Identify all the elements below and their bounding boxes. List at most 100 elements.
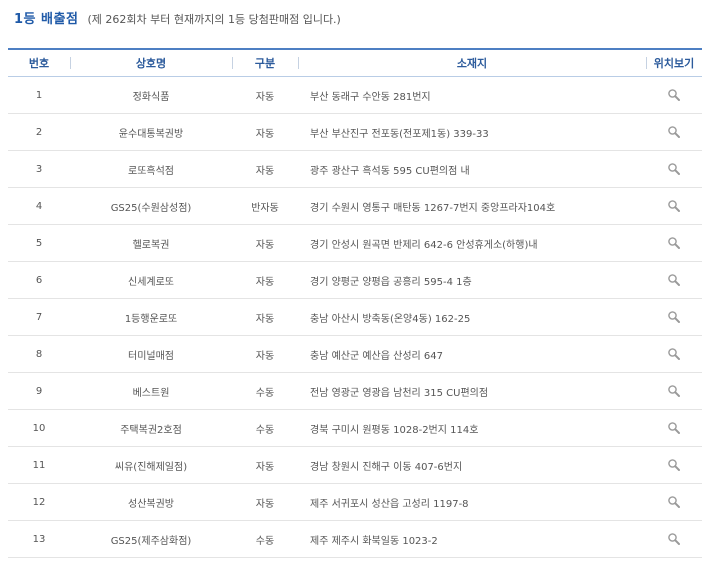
column-header-location: 위치보기 xyxy=(646,48,702,77)
store-address: 제주 서귀포시 성산읍 고성리 1197-8 xyxy=(298,483,646,521)
location-view-cell xyxy=(646,372,702,410)
column-header-store-name-label: 상호명 xyxy=(135,57,167,70)
table-row: 10 주택복권2호점 수동 경북 구미시 원평동 1028-2번지 114호 xyxy=(8,409,702,447)
purchase-type: 자동 xyxy=(232,261,298,299)
magnifier-icon[interactable] xyxy=(667,125,681,139)
store-address: 경북 구미시 원평동 1028-2번지 114호 xyxy=(298,409,646,447)
row-number: 2 xyxy=(8,113,70,151)
store-address: 제주 제주시 화북일동 1023-2 xyxy=(298,520,646,558)
store-name: 씨유(진해제일점) xyxy=(70,446,232,484)
purchase-type: 반자동 xyxy=(232,187,298,225)
table-row: 6 신세계로또 자동 경기 양평군 양평읍 공흥리 595-4 1층 xyxy=(8,261,702,299)
column-header-type-label: 구분 xyxy=(254,57,276,70)
row-number: 7 xyxy=(8,298,70,336)
store-address: 부산 부산진구 전포동(전포제1동) 339-33 xyxy=(298,113,646,151)
store-name: 성산복권방 xyxy=(70,483,232,521)
table-row: 12 성산복권방 자동 제주 서귀포시 성산읍 고성리 1197-8 xyxy=(8,483,702,521)
store-address: 전남 영광군 영광읍 남천리 315 CU편의점 xyxy=(298,372,646,410)
location-view-cell xyxy=(646,76,702,114)
row-number: 13 xyxy=(8,520,70,558)
purchase-type: 수동 xyxy=(232,409,298,447)
page-subtitle: (제 262회차 부터 현재까지의 1등 당첨판매점 입니다.) xyxy=(87,13,341,26)
table-row: 4 GS25(수원삼성점) 반자동 경기 수원시 영통구 매탄동 1267-7번지 중… xyxy=(8,187,702,225)
store-name: 신세계로또 xyxy=(70,261,232,299)
purchase-type: 수동 xyxy=(232,520,298,558)
store-address: 경기 양평군 양평읍 공흥리 595-4 1층 xyxy=(298,261,646,299)
page-heading: 1등 배출점 (제 262회차 부터 현재까지의 1등 당첨판매점 입니다.) xyxy=(14,8,341,30)
row-number: 12 xyxy=(8,483,70,521)
store-address: 경기 안성시 원곡면 반제리 642-6 안성휴게소(하행)내 xyxy=(298,224,646,262)
table-row: 13 GS25(제주삼화점) 수동 제주 제주시 화북일동 1023-2 xyxy=(8,520,702,558)
table-row: 3 로또흑석점 자동 광주 광산구 흑석동 595 CU편의점 내 xyxy=(8,150,702,188)
column-header-number: 번호 xyxy=(8,48,70,77)
magnifier-icon[interactable] xyxy=(667,458,681,472)
store-address: 부산 동래구 수안동 281번지 xyxy=(298,76,646,114)
row-number: 8 xyxy=(8,335,70,373)
location-view-cell xyxy=(646,520,702,558)
row-number: 1 xyxy=(8,76,70,114)
magnifier-icon[interactable] xyxy=(667,347,681,361)
magnifier-icon[interactable] xyxy=(667,421,681,435)
column-header-location-label: 위치보기 xyxy=(653,57,695,70)
store-name: 주택복권2호점 xyxy=(70,409,232,447)
magnifier-icon[interactable] xyxy=(667,384,681,398)
table-row: 8 터미널매점 자동 충남 예산군 예산읍 산성리 647 xyxy=(8,335,702,373)
store-name: 윤수대통복권방 xyxy=(70,113,232,151)
table-row: 5 헬로복권 자동 경기 안성시 원곡면 반제리 642-6 안성휴게소(하행)내 xyxy=(8,224,702,262)
row-number: 11 xyxy=(8,446,70,484)
row-number: 9 xyxy=(8,372,70,410)
column-header-type: 구분 xyxy=(232,48,298,77)
location-view-cell xyxy=(646,446,702,484)
store-name: 헬로복권 xyxy=(70,224,232,262)
magnifier-icon[interactable] xyxy=(667,310,681,324)
store-address: 경기 수원시 영통구 매탄동 1267-7번지 중앙프라자104호 xyxy=(298,187,646,225)
store-name: 베스트원 xyxy=(70,372,232,410)
location-view-cell xyxy=(646,187,702,225)
purchase-type: 자동 xyxy=(232,298,298,336)
store-address: 광주 광산구 흑석동 595 CU편의점 내 xyxy=(298,150,646,188)
magnifier-icon[interactable] xyxy=(667,495,681,509)
location-view-cell xyxy=(646,335,702,373)
purchase-type: 자동 xyxy=(232,483,298,521)
table-header-row: 번호 상호명 구분 소재지 위치보기 xyxy=(8,48,702,77)
magnifier-icon[interactable] xyxy=(667,273,681,287)
store-name: GS25(수원삼성점) xyxy=(70,187,232,225)
purchase-type: 자동 xyxy=(232,113,298,151)
magnifier-icon[interactable] xyxy=(667,236,681,250)
store-address: 경남 창원시 진해구 이동 407-6번지 xyxy=(298,446,646,484)
table-row: 9 베스트원 수동 전남 영광군 영광읍 남천리 315 CU편의점 xyxy=(8,372,702,410)
magnifier-icon[interactable] xyxy=(667,199,681,213)
purchase-type: 자동 xyxy=(232,76,298,114)
row-number: 3 xyxy=(8,150,70,188)
row-number: 4 xyxy=(8,187,70,225)
store-name: 정화식품 xyxy=(70,76,232,114)
location-view-cell xyxy=(646,224,702,262)
location-view-cell xyxy=(646,150,702,188)
purchase-type: 자동 xyxy=(232,224,298,262)
location-view-cell xyxy=(646,409,702,447)
row-number: 10 xyxy=(8,409,70,447)
store-name: 로또흑석점 xyxy=(70,150,232,188)
location-view-cell xyxy=(646,261,702,299)
magnifier-icon[interactable] xyxy=(667,88,681,102)
location-view-cell xyxy=(646,483,702,521)
magnifier-icon[interactable] xyxy=(667,532,681,546)
store-address: 충남 예산군 예산읍 산성리 647 xyxy=(298,335,646,373)
purchase-type: 수동 xyxy=(232,372,298,410)
table-row: 2 윤수대통복권방 자동 부산 부산진구 전포동(전포제1동) 339-33 xyxy=(8,113,702,151)
store-name: 1등행운로또 xyxy=(70,298,232,336)
store-name: 터미널매점 xyxy=(70,335,232,373)
location-view-cell xyxy=(646,298,702,336)
column-header-address: 소재지 xyxy=(298,48,646,77)
purchase-type: 자동 xyxy=(232,446,298,484)
winner-store-table: 번호 상호명 구분 소재지 위치보기 1 정화식품 자동 부산 동래구 수안동 281… xyxy=(8,48,702,558)
store-address: 충남 아산시 방축동(온양4동) 162-25 xyxy=(298,298,646,336)
magnifier-icon[interactable] xyxy=(667,162,681,176)
store-name: GS25(제주삼화점) xyxy=(70,520,232,558)
row-number: 6 xyxy=(8,261,70,299)
row-number: 5 xyxy=(8,224,70,262)
table-row: 11 씨유(진해제일점) 자동 경남 창원시 진해구 이동 407-6번지 xyxy=(8,446,702,484)
purchase-type: 자동 xyxy=(232,335,298,373)
location-view-cell xyxy=(646,113,702,151)
table-row: 7 1등행운로또 자동 충남 아산시 방축동(온양4동) 162-25 xyxy=(8,298,702,336)
